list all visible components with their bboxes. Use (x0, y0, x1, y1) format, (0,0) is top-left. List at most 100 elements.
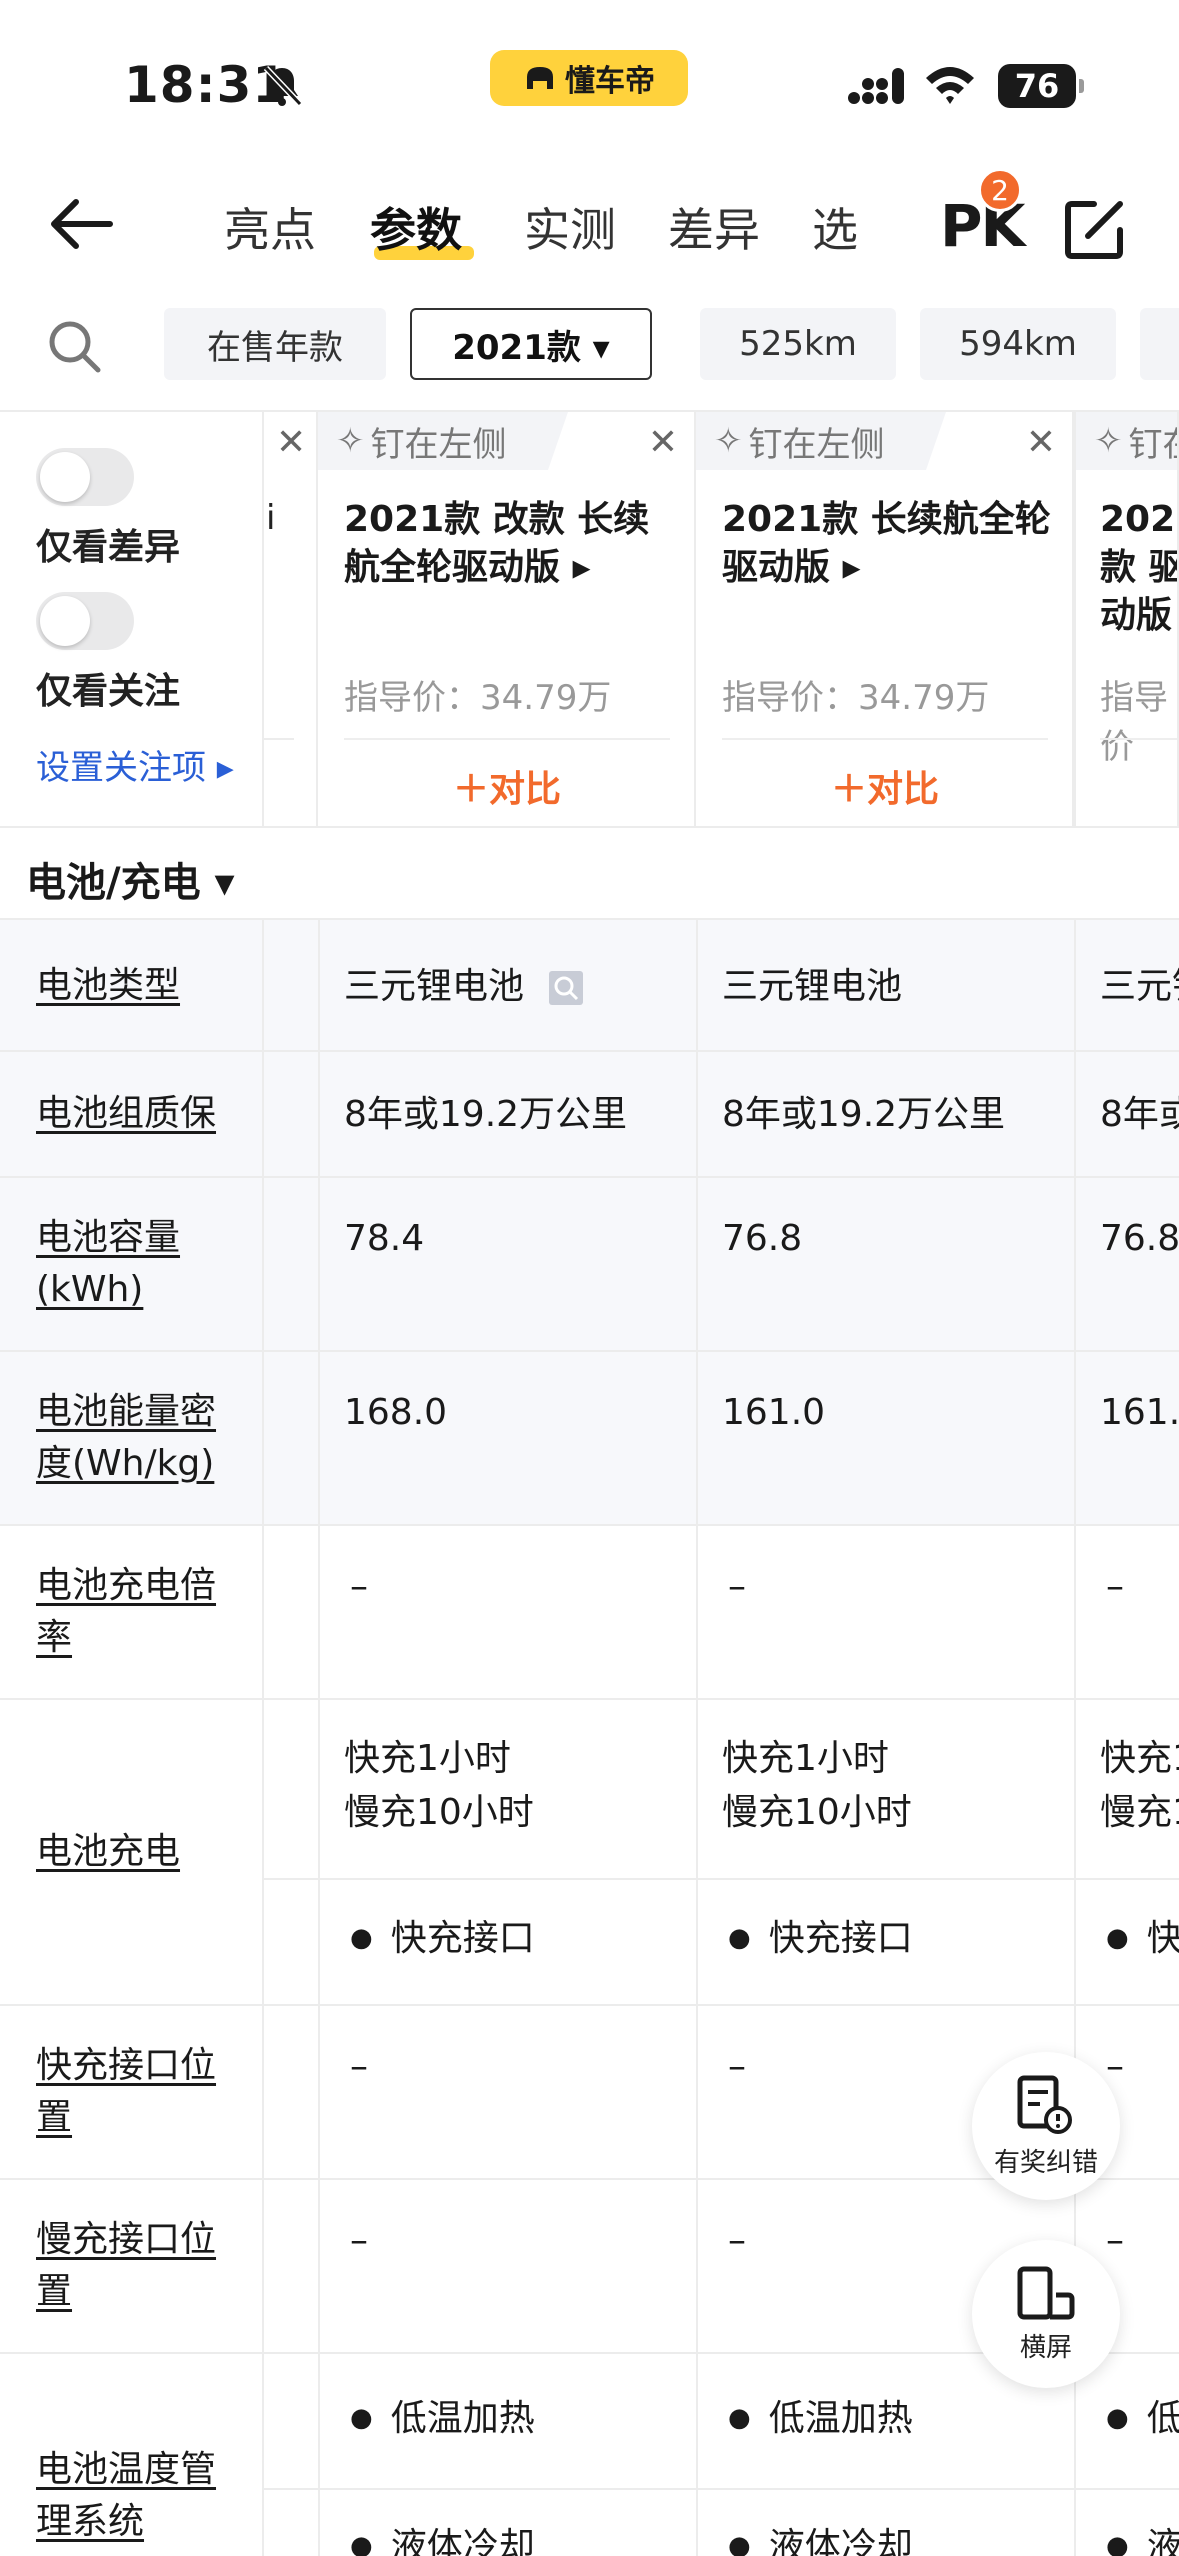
param-value: 76.8 (722, 1218, 803, 1259)
car-name[interactable]: 2021款 长续航全轮驱动版 ▸ (722, 496, 1062, 592)
table-row: 电池组质保 8年或19.2万公里 8年或19.2万公里 8年或 (0, 1052, 1179, 1178)
report-error-button[interactable]: 有奖纠错 (972, 2052, 1120, 2200)
param-value: 低温加热 (350, 2392, 535, 2449)
param-label[interactable]: 电池温度管理系统 (36, 2444, 236, 2548)
sub-divider (262, 1878, 1179, 1880)
filter-more[interactable] (1140, 308, 1179, 380)
pin-left-button[interactable]: ✧ 钉在左侧 (318, 412, 568, 470)
param-value: 液体冷却 (350, 2520, 535, 2556)
param-value: – (728, 1566, 746, 1607)
param-label[interactable]: 快充接口位置 (36, 2040, 236, 2144)
pin-left-button[interactable]: ✧ 钉在左侧 (696, 412, 946, 470)
param-label[interactable]: 电池组质保 (36, 1088, 236, 1140)
filter-range-594[interactable]: 594km (920, 308, 1116, 380)
table-row: 电池充电倍率 – – – (0, 1526, 1179, 1700)
car-card-3-partial: ✧ 钉在 2021款 驱动版 指导价 (1074, 412, 1179, 826)
param-value: 三元锂 (1100, 966, 1179, 1007)
back-arrow-icon[interactable] (48, 196, 116, 252)
param-value: 液 (1106, 2520, 1179, 2556)
close-icon[interactable]: ✕ (276, 422, 306, 463)
param-value: – (1106, 2220, 1124, 2261)
tab-params[interactable]: 参数 (370, 194, 462, 260)
param-value: 8年或19.2万公里 (722, 1094, 1006, 1135)
add-compare-button[interactable]: ＋对比 (318, 760, 696, 812)
param-label[interactable]: 电池充电倍率 (36, 1560, 236, 1664)
search-icon[interactable] (46, 318, 102, 374)
report-label: 有奖纠错 (993, 2147, 1098, 2178)
set-focus-items-link[interactable]: 设置关注项 ▸ (36, 740, 234, 789)
hidden-car-card: ✕ i (262, 412, 318, 826)
param-label[interactable]: 电池类型 (36, 960, 236, 1012)
only-focus-toggle[interactable] (36, 592, 134, 650)
add-compare-button[interactable]: ＋对比 (696, 760, 1074, 812)
pin-left-button[interactable]: ✧ 钉在 (1076, 412, 1178, 470)
tab-highlights[interactable]: 亮点 (224, 194, 316, 260)
only-focus-label: 仅看关注 (36, 671, 181, 712)
pin-icon: ✧ (336, 421, 365, 461)
landscape-label: 横屏 (1019, 2332, 1072, 2363)
compare-header: 仅看差异 仅看关注 设置关注项 ▸ ✕ i ✧ 钉在左侧 ✕ 2021款 改款 … (0, 412, 1179, 826)
search-detail-icon[interactable] (549, 971, 584, 1005)
close-icon[interactable]: ✕ (1026, 422, 1056, 463)
filter-year-dropdown[interactable]: 2021款 ▾ (410, 308, 652, 380)
status-bar: 18:31 懂车帝 76 (0, 0, 1179, 160)
close-icon[interactable]: ✕ (648, 422, 678, 463)
car-card-2: ✧ 钉在左侧 ✕ 2021款 长续航全轮驱动版 ▸ 指导价：34.79万 ＋对比 (696, 412, 1074, 826)
pin-icon: ✧ (1094, 421, 1123, 461)
options-panel: 仅看差异 仅看关注 设置关注项 ▸ (0, 412, 262, 826)
app-indicator[interactable]: 懂车帝 (490, 50, 688, 106)
pin-icon: ✧ (714, 421, 743, 461)
edit-icon[interactable] (1064, 198, 1126, 260)
pk-count-badge: 2 (978, 168, 1022, 212)
tab-tests[interactable]: 实测 (524, 194, 616, 260)
param-value: 三元锂电池 (344, 960, 584, 1014)
param-label[interactable]: 慢充接口位置 (36, 2214, 236, 2318)
battery-indicator: 76 (998, 64, 1084, 108)
wifi-icon (926, 67, 974, 104)
param-value: 快充1 (1100, 1738, 1179, 1779)
param-label[interactable]: 电池能量密度(Wh/kg) (36, 1386, 236, 1490)
param-value: 快充接口 (350, 1912, 535, 1969)
only-diff-toggle[interactable] (36, 448, 134, 506)
filter-on-sale-years[interactable]: 在售年款 (164, 308, 386, 380)
card-rule (344, 738, 670, 740)
param-value: – (350, 2220, 368, 2261)
param-value: 快 (1106, 1912, 1179, 1969)
filter-row: 在售年款 2021款 ▾ 525km 594km (0, 300, 1179, 396)
car-name[interactable]: 2021款 改款 长续航全轮驱动版 ▸ (344, 496, 684, 592)
bell-muted-icon (263, 65, 302, 107)
param-value: 低温加热 (728, 2392, 913, 2449)
table-row: 电池类型 三元锂电池 三元锂电池 三元锂 (0, 920, 1179, 1052)
pin-label: 钉在左侧 (370, 424, 507, 465)
only-diff-label: 仅看差异 (36, 527, 181, 568)
param-value: 快充1小时 (344, 1738, 511, 1779)
param-value: 78.4 (344, 1218, 425, 1259)
car-price: 指导价：34.79万 (344, 678, 612, 718)
param-value: – (728, 2046, 746, 2087)
section-title: 电池/充电 ▾ (26, 860, 235, 906)
landscape-button[interactable]: 横屏 (972, 2240, 1120, 2388)
car-name-partial: i (266, 498, 276, 538)
param-value: – (728, 2220, 746, 2261)
section-battery-charging[interactable]: 电池/充电 ▾ (0, 826, 1179, 920)
param-value: 161.0 (1100, 1392, 1179, 1433)
param-label[interactable]: 电池容量(kWh) (36, 1212, 236, 1316)
table-row: 电池充电 快充1小时 慢充10小时 快充1小时 慢充10小时 快充1 慢充1 快… (0, 1700, 1179, 2006)
pin-label: 钉在 (1128, 424, 1178, 465)
sub-divider (262, 2488, 1179, 2490)
param-value: 液体冷却 (728, 2520, 913, 2556)
cellular-signal-icon (848, 68, 904, 104)
param-value: 8年或 (1100, 1094, 1179, 1135)
param-label[interactable]: 电池充电 (36, 1826, 236, 1878)
tab-options[interactable]: 选 (812, 194, 872, 260)
param-value: 161.0 (722, 1392, 826, 1433)
table-row: 电池能量密度(Wh/kg) 168.0 161.0 161.0 (0, 1352, 1179, 1526)
param-value: 76.8 (1100, 1218, 1179, 1259)
param-value: 三元锂电池 (722, 966, 903, 1007)
tab-differences[interactable]: 差异 (668, 194, 760, 260)
card-rule (264, 738, 294, 740)
param-value: 慢充1 (1100, 1792, 1179, 1833)
filter-range-525[interactable]: 525km (700, 308, 896, 380)
car-name[interactable]: 2021款 驱动版 (1100, 496, 1177, 640)
app-logo-icon (527, 67, 553, 89)
